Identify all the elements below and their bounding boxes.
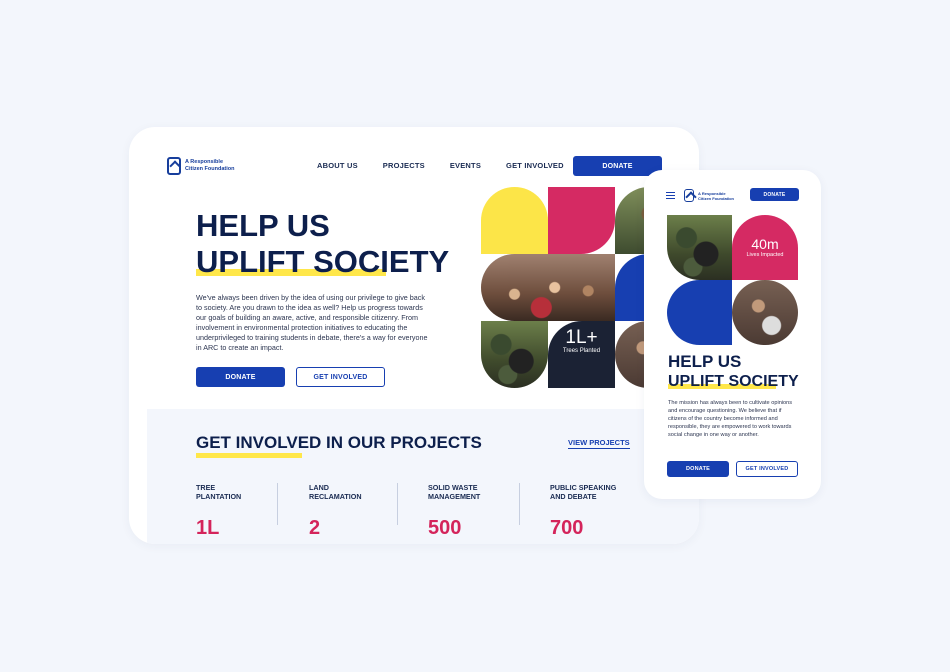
logo[interactable]: A Responsible Citizen Foundation [167, 157, 235, 175]
mobile-title-line2: UPLIFT SOCIETY [668, 373, 799, 390]
lives-stat-number: 40m [751, 236, 779, 252]
projects-title-rest: IN OUR PROJECTS [321, 433, 482, 452]
pink-shape [548, 187, 615, 254]
lives-stat-label: Lives Impacted [746, 252, 784, 258]
hero-title-line2: UPLIFT SOCIETY [196, 244, 450, 279]
projects-title-highlight [196, 453, 302, 458]
mobile-title-line1: HELP US [668, 352, 742, 371]
project-public-speaking[interactable]: PUBLIC SPEAKING AND DEBATE [550, 483, 616, 501]
nav-projects[interactable]: PROJECTS [383, 161, 425, 170]
trees-stat-number: 1L+ [565, 327, 598, 348]
mobile-photo-volunteers [667, 215, 732, 280]
photo-volunteers [481, 321, 548, 388]
project-count-waste: 500 [428, 517, 462, 539]
nav-about-us[interactable]: ABOUT US [317, 161, 358, 170]
project-land-reclamation[interactable]: LAND RECLAMATION [309, 483, 362, 501]
project-count-land: 2 [309, 517, 321, 539]
view-projects-link[interactable]: VIEW PROJECTS [568, 438, 630, 449]
hero-paragraph: We've always been driven by the idea of … [196, 293, 428, 353]
project-count-tree: 1L [196, 517, 220, 539]
project-solid-waste[interactable]: SOLID WASTE MANAGEMENT [428, 483, 480, 501]
project-count-debate: 700 [550, 517, 584, 539]
hamburger-menu-icon[interactable] [666, 192, 675, 199]
mobile-pink-shape: 40m Lives Impacted [732, 215, 798, 280]
nav-events[interactable]: EVENTS [450, 161, 481, 170]
trees-stat-label: Trees Planted [562, 348, 601, 354]
project-divider [519, 483, 520, 525]
project-tree-plantation[interactable]: TREE PLANTATION [196, 483, 241, 501]
mobile-get-involved-button[interactable]: GET INVOLVED [736, 461, 798, 477]
hero-get-involved-button[interactable]: GET INVOLVED [296, 367, 385, 387]
project-divider [397, 483, 398, 525]
mobile-logo[interactable]: A Responsible Citizen Foundation [684, 189, 734, 202]
mobile-mockup: A Responsible Citizen Foundation DONATE … [644, 170, 821, 499]
logo-icon [167, 157, 181, 175]
mobile-logo-text: A Responsible Citizen Foundation [698, 190, 734, 201]
nav-get-involved[interactable]: GET INVOLVED [506, 161, 564, 170]
logo-text: A Responsible Citizen Foundation [185, 159, 235, 172]
yellow-shape [481, 187, 548, 254]
hero-title-line1: HELP US [196, 208, 330, 243]
mobile-paragraph: The mission has always been to cultivate… [668, 400, 793, 438]
projects-title-highlight-text: GET INVOLVED [196, 433, 322, 452]
photo-event [481, 254, 615, 321]
dark-shape: 1L+ Trees Planted [548, 321, 615, 388]
project-divider [277, 483, 278, 525]
desktop-mockup: A Responsible Citizen Foundation ABOUT U… [129, 127, 699, 544]
main-nav: ABOUT US PROJECTS EVENTS GET INVOLVED [317, 161, 589, 170]
projects-section [147, 409, 699, 544]
nav-donate-button[interactable]: DONATE [573, 156, 662, 176]
projects-title: GET INVOLVED IN OUR PROJECTS [196, 433, 482, 453]
mobile-blue-shape [667, 280, 732, 345]
mobile-donate-button[interactable]: DONATE [667, 461, 729, 477]
mobile-photo-students [732, 280, 798, 345]
mobile-logo-icon [684, 189, 694, 202]
mobile-nav-donate-button[interactable]: DONATE [750, 188, 799, 201]
hero-donate-button[interactable]: DONATE [196, 367, 285, 387]
